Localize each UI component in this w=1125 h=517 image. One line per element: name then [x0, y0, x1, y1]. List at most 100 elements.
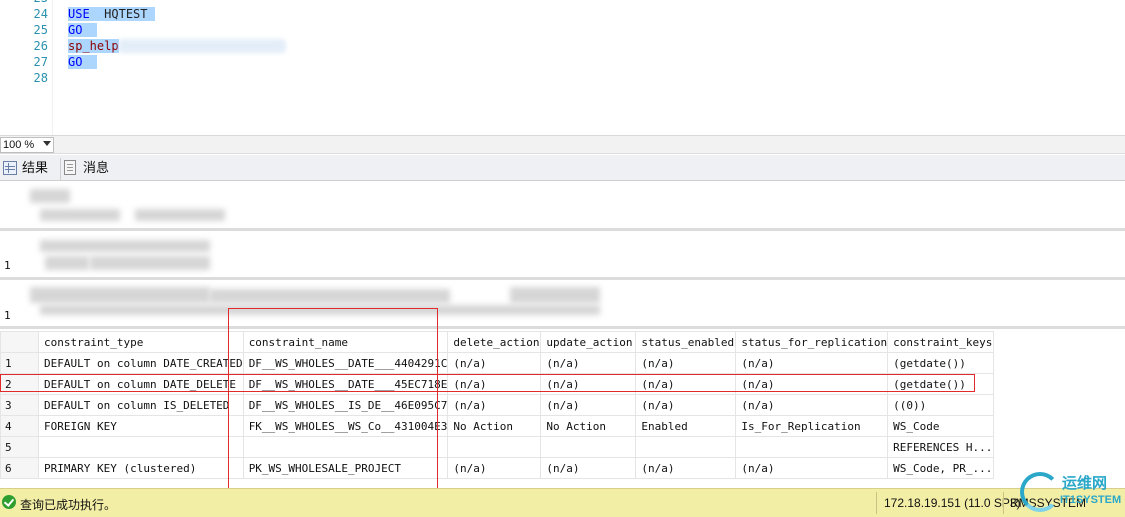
column-header[interactable]: status_for_replication [735, 331, 889, 353]
tab-results[interactable]: 结果 [0, 158, 58, 180]
code-line[interactable]: GO [68, 54, 97, 70]
ssms-window: 23 24 25 26 27 28 USE HQTEST GO sp_help … [0, 0, 1125, 517]
table-cell[interactable]: (n/a) [635, 457, 737, 479]
table-row[interactable]: 2 DEFAULT on column DATE_DELETE DF__WS_W… [0, 373, 995, 395]
success-icon [2, 495, 16, 509]
table-cell[interactable]: (n/a) [635, 373, 737, 395]
table-cell[interactable]: ((0)) [887, 394, 995, 416]
column-header[interactable]: update_action [540, 331, 637, 353]
results-table: constraint_type constraint_name delete_a… [0, 331, 995, 479]
table-row[interactable]: 6 PRIMARY KEY (clustered) PK_WS_WHOLESAL… [0, 457, 995, 479]
table-cell[interactable]: DF__WS_WHOLES__DATE___4404291C [242, 352, 449, 374]
table-cell[interactable]: (n/a) [447, 394, 542, 416]
row-number: 1 [4, 309, 11, 322]
table-cell[interactable]: Enabled [635, 415, 737, 437]
redacted-text [510, 287, 600, 303]
line-number: 28 [33, 71, 48, 85]
column-header[interactable]: constraint_name [242, 331, 449, 353]
table-cell[interactable]: (n/a) [735, 394, 889, 416]
result-grid-redacted [0, 181, 1125, 231]
table-cell[interactable]: (n/a) [447, 352, 542, 374]
line-number: 27 [33, 55, 48, 69]
table-cell[interactable]: DEFAULT on column IS_DELETED [38, 394, 244, 416]
table-cell[interactable]: WS_Code [887, 415, 995, 437]
line-number: 24 [33, 7, 48, 21]
code-line[interactable]: sp_help [68, 38, 119, 54]
table-cell[interactable]: DF__WS_WHOLES__IS_DE__46E095C7 [242, 394, 449, 416]
table-cell[interactable]: WS_Code, PR_... [887, 457, 995, 479]
row-number[interactable]: 2 [0, 373, 39, 395]
table-header-row: constraint_type constraint_name delete_a… [0, 331, 995, 353]
table-cell[interactable]: Is_For_Replication [735, 415, 889, 437]
table-cell[interactable]: (n/a) [540, 457, 637, 479]
table-row[interactable]: 5 REFERENCES H... [0, 436, 995, 458]
row-number[interactable]: 6 [0, 457, 39, 479]
redacted-text [30, 287, 210, 303]
redacted-text [40, 240, 210, 252]
code-identifier: HQTEST [104, 7, 148, 21]
table-cell[interactable]: FOREIGN KEY [38, 415, 244, 437]
tab-label: 结果 [22, 160, 49, 175]
editor-zoom-bar: 100 % [0, 136, 1125, 154]
table-cell[interactable]: REFERENCES H... [887, 436, 995, 458]
results-pane[interactable]: 1 1 constraint_type constraint_name dele… [0, 181, 1125, 488]
tab-messages[interactable]: 消息 [60, 158, 120, 180]
table-cell[interactable]: DEFAULT on column DATE_DELETE [38, 373, 244, 395]
table-cell[interactable]: No Action [447, 415, 542, 437]
swirl-icon [1020, 472, 1060, 512]
column-header[interactable]: status_enabled [635, 331, 737, 353]
row-number[interactable]: 4 [0, 415, 39, 437]
table-cell[interactable]: PK_WS_WHOLESALE_PROJECT [242, 457, 449, 479]
query-editor[interactable]: 23 24 25 26 27 28 USE HQTEST GO sp_help … [0, 0, 1125, 136]
table-row[interactable]: 4 FOREIGN KEY FK__WS_WHOLES__WS_Co__4310… [0, 415, 995, 437]
column-header[interactable]: delete_action [447, 331, 542, 353]
row-number[interactable]: 1 [0, 352, 39, 374]
server-info: 172.18.19.151 (11.0 SP3) [884, 496, 1021, 510]
column-header[interactable]: constraint_keys [887, 331, 995, 353]
row-number: 1 [4, 259, 11, 272]
table-cell[interactable]: (n/a) [735, 373, 889, 395]
row-number[interactable]: 5 [0, 436, 39, 458]
status-message: 查询已成功执行。 [20, 498, 117, 512]
table-cell[interactable] [38, 436, 244, 458]
table-cell[interactable]: PRIMARY KEY (clustered) [38, 457, 244, 479]
column-header[interactable]: constraint_type [38, 331, 244, 353]
table-cell[interactable]: FK__WS_WHOLES__WS_Co__431004E3 [242, 415, 449, 437]
table-cell[interactable]: (n/a) [735, 457, 889, 479]
result-grid-redacted: 1 [0, 234, 1125, 280]
table-cell[interactable]: DF__WS_WHOLES__DATE___45EC718E [242, 373, 449, 395]
table-cell[interactable]: (n/a) [447, 457, 542, 479]
watermark-text: 运维网 [1062, 475, 1108, 492]
table-row[interactable]: 3 DEFAULT on column IS_DELETED DF__WS_WH… [0, 394, 995, 416]
table-cell[interactable]: (getdate()) [887, 373, 995, 395]
row-number-header [0, 331, 39, 353]
table-cell[interactable]: No Action [540, 415, 637, 437]
table-cell[interactable]: (n/a) [540, 394, 637, 416]
table-cell[interactable] [447, 436, 542, 458]
table-cell[interactable]: (n/a) [447, 373, 542, 395]
table-cell[interactable]: (n/a) [540, 352, 637, 374]
chevron-down-icon[interactable] [43, 141, 51, 146]
table-cell[interactable]: (n/a) [635, 352, 737, 374]
code-line[interactable]: USE HQTEST [68, 6, 155, 22]
table-cell[interactable]: (n/a) [635, 394, 737, 416]
table-cell[interactable] [242, 436, 449, 458]
table-cell[interactable]: DEFAULT on column DATE_CREATED [38, 352, 244, 374]
constraints-grid[interactable]: constraint_type constraint_name delete_a… [0, 331, 1125, 479]
table-cell[interactable]: (n/a) [540, 373, 637, 395]
row-number[interactable]: 3 [0, 394, 39, 416]
redacted-text [45, 256, 89, 270]
tab-label: 消息 [83, 160, 110, 175]
table-cell[interactable] [635, 436, 737, 458]
table-cell[interactable] [540, 436, 637, 458]
redacted-text [135, 209, 225, 221]
code-line[interactable]: GO [68, 22, 97, 38]
table-cell[interactable] [735, 436, 889, 458]
table-row[interactable]: 1 DEFAULT on column DATE_CREATED DF__WS_… [0, 352, 995, 374]
redacted-text [30, 189, 70, 203]
zoom-select[interactable]: 100 % [0, 137, 54, 153]
table-cell[interactable]: (n/a) [735, 352, 889, 374]
table-cell[interactable]: (getdate()) [887, 352, 995, 374]
code-procedure: sp_help [68, 39, 119, 53]
gutter-divider [52, 0, 53, 135]
